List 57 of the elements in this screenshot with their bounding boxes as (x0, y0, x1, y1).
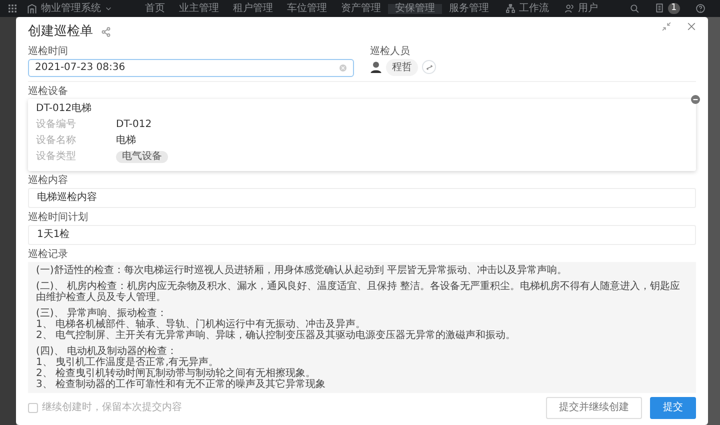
field-label: 巡检设备 (28, 86, 69, 96)
user-link[interactable]: 用户 (578, 4, 598, 14)
share-icon[interactable] (101, 26, 111, 37)
checkbox-label: 继续创建时，保留本次提交内容 (42, 400, 182, 415)
shrink-icon[interactable] (662, 22, 671, 31)
device-field-label: 设备名称 (36, 134, 77, 146)
nav-menu-item[interactable]: 服务管理 (442, 4, 496, 14)
record-line: 3、 检查制动器的工作可靠性和有无不正常的噪声及其它异常现象 (36, 378, 327, 390)
apps-grid-icon[interactable] (8, 4, 17, 13)
plan-field[interactable]: 1天1检 (28, 224, 696, 244)
brand-name[interactable]: 物业管理系统 (41, 4, 101, 14)
dialog-title: 创建巡检单 (28, 23, 93, 41)
caret-icon[interactable] (105, 5, 112, 12)
record-line: 2、 检查曳引机转动时闸瓦制动带与制动轮之间有无相擦现象。 (36, 368, 317, 378)
nav-menu-item[interactable]: 首页 (138, 4, 172, 14)
device-type-tag: 电气设备 (116, 150, 168, 162)
help-icon[interactable] (696, 4, 705, 13)
record-line: (一)舒适性的检查：每次电梯运行时巡视人员进轿厢，用身体感觉确认从起动到 平层皆无异常振动、冲击以及异常声响。 (36, 264, 568, 276)
device-title: DT-012电梯 (36, 102, 93, 114)
field-label: 巡检记录 (28, 248, 69, 260)
nav-menu-item[interactable]: 租户管理 (226, 4, 280, 14)
date-time-field[interactable]: 2021-07-23 08:36 (28, 58, 354, 76)
nav-menu-item[interactable]: 车位管理 (280, 4, 334, 14)
notification-count: 1 (668, 3, 680, 14)
field-label: 巡检时间计划 (28, 212, 89, 222)
record-line: 1、 电梯各机械部件、轴承、导轨、门机构运行中有无振动、冲击及异声。 (36, 318, 367, 330)
remove-icon[interactable] (691, 94, 700, 104)
content-field[interactable]: 电梯巡检内容 (28, 188, 696, 208)
checkbox[interactable] (28, 402, 38, 412)
record-line: (三)、 异常声响、振动检查： (36, 308, 168, 318)
device-field-value: 电梯 (116, 134, 136, 146)
device-field-label: 设备类型 (36, 150, 77, 162)
document-icon[interactable] (655, 3, 664, 13)
field-label: 巡检内容 (28, 174, 69, 186)
submit-button[interactable]: 提交 (650, 396, 696, 418)
field-label: 巡检人员 (370, 46, 411, 56)
nav-menu-item[interactable]: 资产管理 (334, 4, 388, 14)
record-line: 1、 曳引机工作温度是否正常,有无异声。 (36, 356, 220, 368)
inspector-name[interactable]: 程哲 (386, 58, 418, 76)
building-logo-icon (27, 4, 37, 14)
users-icon (565, 4, 574, 13)
record-line: 2、 电气控制屏、主开关有无异常声响、异味，确认控制变压器及其驱动电源变压器无异常的激磁声和振动。 (36, 330, 517, 340)
person-avatar-icon (370, 61, 382, 73)
device-field-label: 设备编号 (36, 118, 77, 130)
swap-button[interactable] (422, 60, 436, 74)
hierarchy-icon (506, 4, 515, 13)
device-field-value: DT-012 (116, 118, 152, 130)
workflow-link[interactable]: 工作流 (519, 4, 549, 14)
record-line: (二)、 机房内检查：机房内应无杂物及积水、漏水，通风良好、温度适宜、且保持 整洁。各设备无严重积尘。电梯机房不得有人随意进入，钥匙应由维护检查人员及专人管理。 (36, 280, 682, 302)
nav-menu-item[interactable]: 业主管理 (172, 4, 226, 14)
submit-and-continue-button[interactable]: 提交并继续创建 (546, 396, 642, 418)
search-icon[interactable] (630, 4, 639, 13)
swap-icon (426, 64, 432, 70)
nav-menu-item[interactable]: 安保管理 (388, 4, 442, 14)
field-label: 巡检时间 (28, 46, 69, 56)
record-line: (四)、 电动机及制动器的检查： (36, 346, 178, 356)
close-icon[interactable] (687, 22, 696, 31)
